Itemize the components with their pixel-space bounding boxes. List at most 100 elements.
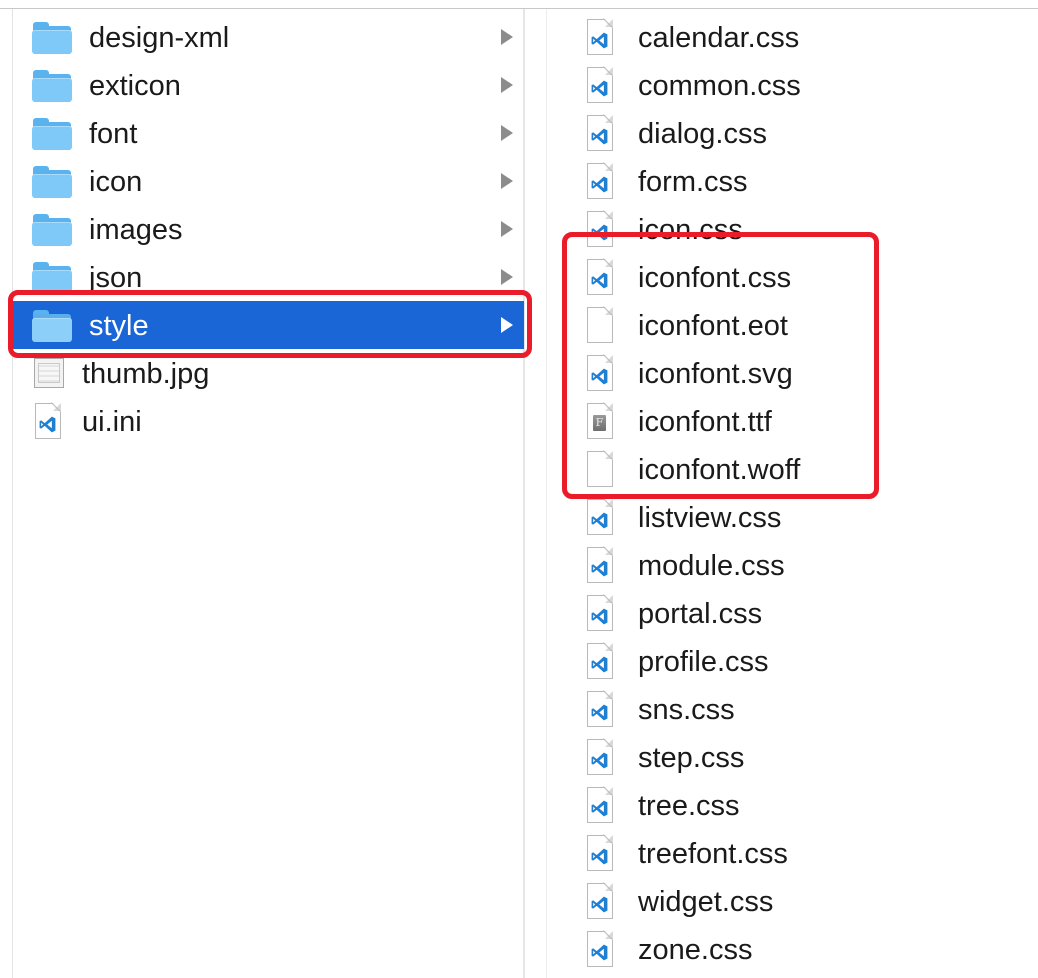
- item-label: treefont.css: [638, 838, 788, 870]
- finder-item-ui-ini[interactable]: ui.ini: [12, 397, 524, 445]
- style-folder-column: calendar.css common.css dialog.css form.css…: [547, 13, 1027, 973]
- item-label: iconfont.woff: [638, 454, 801, 486]
- font-file-icon: F: [587, 402, 613, 439]
- file-item-step-css[interactable]: step.css: [547, 733, 1027, 781]
- vscode-logo: [591, 560, 608, 577]
- item-label: design-xml: [89, 22, 230, 54]
- vscode-logo: [591, 752, 608, 769]
- vscode-logo: [591, 368, 608, 385]
- vscode-file-icon: [587, 258, 613, 295]
- item-label: iconfont.ttf: [638, 406, 772, 438]
- finder-item-images[interactable]: images: [12, 205, 524, 253]
- file-item-listview-css[interactable]: listview.css: [547, 493, 1027, 541]
- disclosure-triangle-icon: [501, 269, 513, 285]
- file-item-dialog-css[interactable]: dialog.css: [547, 109, 1027, 157]
- file-item-module-css[interactable]: module.css: [547, 541, 1027, 589]
- vscode-file-icon: [587, 354, 613, 391]
- vscode-logo: [591, 128, 608, 145]
- file-item-iconfont-css[interactable]: iconfont.css: [547, 253, 1027, 301]
- finder-item-font[interactable]: font: [12, 109, 524, 157]
- item-label: style: [89, 310, 149, 342]
- vscode-file-icon: [587, 66, 613, 103]
- vscode-logo: [591, 224, 608, 241]
- file-item-portal-css[interactable]: portal.css: [547, 589, 1027, 637]
- file-item-form-css[interactable]: form.css: [547, 157, 1027, 205]
- folder-icon: [32, 308, 72, 342]
- vscode-logo: [591, 896, 608, 913]
- finder-item-design-xml[interactable]: design-xml: [12, 13, 524, 61]
- file-item-tree-css[interactable]: tree.css: [547, 781, 1027, 829]
- file-item-iconfont-eot[interactable]: iconfont.eot: [547, 301, 1027, 349]
- disclosure-triangle-icon: [501, 317, 513, 333]
- disclosure-triangle-icon: [501, 221, 513, 237]
- parent-folder-column: design-xml exticon font icon images json style…: [12, 13, 524, 445]
- file-item-profile-css[interactable]: profile.css: [547, 637, 1027, 685]
- vscode-file-icon: [587, 882, 613, 919]
- vscode-file-icon: [587, 162, 613, 199]
- item-label: form.css: [638, 166, 748, 198]
- file-item-sns-css[interactable]: sns.css: [547, 685, 1027, 733]
- vscode-logo: [39, 416, 56, 433]
- item-label: zone.css: [638, 934, 753, 966]
- vscode-logo: [591, 32, 608, 49]
- blank-file-icon: [587, 306, 613, 343]
- item-label: portal.css: [638, 598, 763, 630]
- item-label: exticon: [89, 70, 181, 102]
- font-glyph-icon: F: [593, 415, 606, 431]
- vscode-file-icon: [587, 18, 613, 55]
- file-item-widget-css[interactable]: widget.css: [547, 877, 1027, 925]
- file-item-calendar-css[interactable]: calendar.css: [547, 13, 1027, 61]
- file-item-treefont-css[interactable]: treefont.css: [547, 829, 1027, 877]
- image-file-icon: [34, 358, 64, 388]
- item-label: ui.ini: [82, 406, 142, 438]
- vscode-logo: [591, 80, 608, 97]
- vscode-logo: [591, 944, 608, 961]
- file-item-iconfont-svg[interactable]: iconfont.svg: [547, 349, 1027, 397]
- item-label: icon: [89, 166, 143, 198]
- file-item-common-css[interactable]: common.css: [547, 61, 1027, 109]
- item-label: dialog.css: [638, 118, 767, 150]
- disclosure-triangle-icon: [501, 173, 513, 189]
- vscode-logo: [591, 608, 608, 625]
- file-item-zone-css[interactable]: zone.css: [547, 925, 1027, 973]
- item-label: icon.css: [638, 214, 743, 246]
- item-label: module.css: [638, 550, 785, 582]
- vscode-logo: [591, 848, 608, 865]
- vscode-file-icon: [587, 210, 613, 247]
- finder-item-json[interactable]: json: [12, 253, 524, 301]
- item-label: font: [89, 118, 138, 150]
- finder-item-style[interactable]: style: [12, 301, 524, 349]
- vscode-logo: [591, 656, 608, 673]
- vscode-file-icon: [587, 930, 613, 967]
- folder-icon: [32, 164, 72, 198]
- file-item-iconfont-woff[interactable]: iconfont.woff: [547, 445, 1027, 493]
- vscode-file-icon: [587, 642, 613, 679]
- item-label: calendar.css: [638, 22, 800, 54]
- vscode-logo: [591, 272, 608, 289]
- file-item-icon-css[interactable]: icon.css: [547, 205, 1027, 253]
- item-label: widget.css: [638, 886, 774, 918]
- blank-file-icon: [587, 450, 613, 487]
- item-label: json: [89, 262, 143, 294]
- item-label: sns.css: [638, 694, 735, 726]
- finder-item-icon[interactable]: icon: [12, 157, 524, 205]
- item-label: iconfont.svg: [638, 358, 793, 390]
- vscode-file-icon: [587, 546, 613, 583]
- item-label: profile.css: [638, 646, 769, 678]
- item-label: step.css: [638, 742, 745, 774]
- vscode-file-icon: [587, 690, 613, 727]
- finder-item-exticon[interactable]: exticon: [12, 61, 524, 109]
- item-label: thumb.jpg: [82, 358, 210, 390]
- vscode-logo: [591, 512, 608, 529]
- item-label: tree.css: [638, 790, 740, 822]
- folder-icon: [32, 116, 72, 150]
- finder-item-thumb-jpg[interactable]: thumb.jpg: [12, 349, 524, 397]
- vscode-file-icon: [587, 498, 613, 535]
- item-label: listview.css: [638, 502, 782, 534]
- folder-icon: [32, 212, 72, 246]
- vscode-file-icon: [587, 834, 613, 871]
- item-label: images: [89, 214, 183, 246]
- disclosure-triangle-icon: [501, 77, 513, 93]
- folder-icon: [32, 68, 72, 102]
- file-item-iconfont-ttf[interactable]: Ficonfont.ttf: [547, 397, 1027, 445]
